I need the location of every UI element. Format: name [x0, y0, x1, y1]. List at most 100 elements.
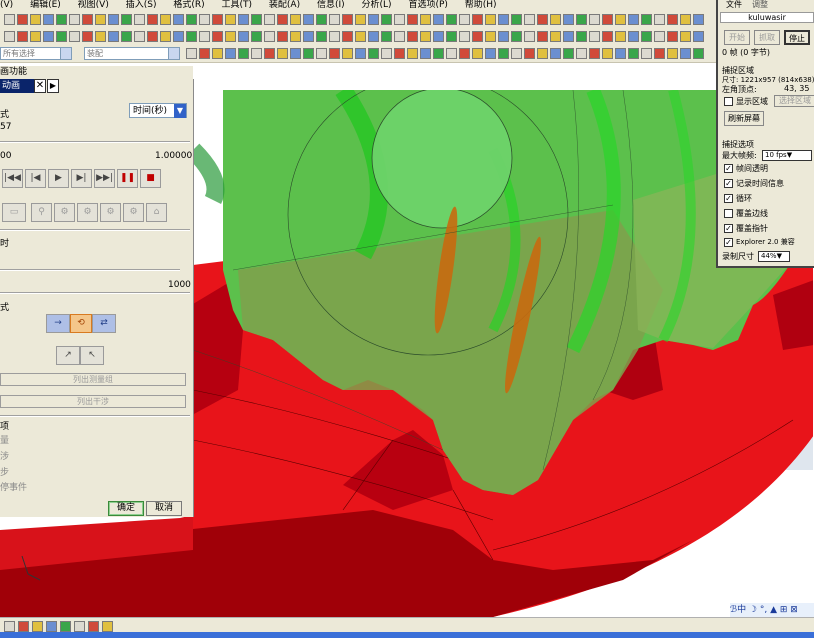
toolbar-tool-icon[interactable]	[4, 31, 15, 42]
toolbar-tool-icon[interactable]	[134, 31, 145, 42]
link-icon[interactable]: ⚙	[54, 203, 75, 222]
time-unit-select[interactable]: 时间(秒) ▼	[129, 103, 187, 118]
toolbar-tool-icon[interactable]	[589, 48, 600, 59]
toolbar-tool-icon[interactable]	[17, 31, 28, 42]
toolbar-tool-icon[interactable]	[264, 14, 275, 25]
selection-filter-dropdown[interactable]: 所有选择	[0, 47, 72, 60]
toolbar-tool-icon[interactable]	[511, 48, 522, 59]
toolbar-tool-icon[interactable]	[368, 14, 379, 25]
toolbar-tool-icon[interactable]	[173, 31, 184, 42]
ok-button[interactable]: 确定	[108, 501, 144, 516]
toolbar-tool-icon[interactable]	[589, 14, 600, 25]
toolbar-tool-icon[interactable]	[394, 31, 405, 42]
toolbar-tool-icon[interactable]	[641, 48, 652, 59]
rewind-start-icon[interactable]: |◀◀	[2, 169, 23, 188]
toolbar-tool-icon[interactable]	[420, 14, 431, 25]
show-region-checkbox[interactable]	[724, 97, 733, 106]
toolbar-tool-icon[interactable]	[537, 31, 548, 42]
toolbar-tool-icon[interactable]	[147, 31, 158, 42]
toolbar-tool-icon[interactable]	[615, 31, 626, 42]
toolbar-tool-icon[interactable]	[290, 48, 301, 59]
capture-start-button[interactable]: 开始	[724, 30, 750, 45]
toolbar-tool-icon[interactable]	[342, 14, 353, 25]
toolbar-tool-icon[interactable]	[95, 14, 106, 25]
toolbar-tool-icon[interactable]	[667, 31, 678, 42]
menu-view[interactable]: 视图(V)	[78, 0, 109, 10]
reverse-direction-icon[interactable]: ↖	[80, 346, 104, 365]
toolbar-tool-icon[interactable]	[446, 14, 457, 25]
list-interference-button[interactable]: 列出干涉	[0, 395, 186, 408]
toolbar-tool-icon[interactable]	[56, 14, 67, 25]
toolbar-tool-icon[interactable]	[472, 14, 483, 25]
loop-icon[interactable]: ⟲	[70, 314, 92, 333]
toolbar-tool-icon[interactable]	[589, 31, 600, 42]
toolbar-tool-icon[interactable]	[407, 48, 418, 59]
toolbar-tool-icon[interactable]	[82, 31, 93, 42]
ie-compat-checkbox[interactable]: ✓	[724, 238, 733, 247]
toolbar-tool-icon[interactable]	[225, 31, 236, 42]
toolbar-tool-icon[interactable]	[381, 48, 392, 59]
toolbar-tool-icon[interactable]	[498, 31, 509, 42]
menu-edit[interactable]: 编辑(E)	[30, 0, 61, 10]
toolbar-tool-icon[interactable]	[277, 48, 288, 59]
toolbar-tool-icon[interactable]	[459, 31, 470, 42]
toolbar-tool-icon[interactable]	[433, 31, 444, 42]
toolbar-tool-icon[interactable]	[17, 14, 28, 25]
toolbar-tool-icon[interactable]	[43, 31, 54, 42]
select-region-button[interactable]: 选择区域	[774, 95, 814, 107]
option-measure[interactable]: 量	[0, 433, 9, 446]
step-back-icon[interactable]: |◀	[25, 169, 46, 188]
toolbar-tool-icon[interactable]	[563, 31, 574, 42]
pause-icon[interactable]: ❚❚	[117, 169, 138, 188]
tab-animation[interactable]: 动画	[0, 79, 34, 93]
toolbar-tool-icon[interactable]	[420, 31, 431, 42]
toolbar-tool-icon[interactable]	[602, 48, 613, 59]
option-stop-event[interactable]: 停事件	[0, 480, 27, 493]
toolbar-tool-icon[interactable]	[654, 14, 665, 25]
toolbar-tool-icon[interactable]	[199, 31, 210, 42]
step-forward-icon[interactable]: ▶|	[71, 169, 92, 188]
toolbar-tool-icon[interactable]	[60, 621, 71, 632]
menu-insert[interactable]: 插入(S)	[126, 0, 157, 10]
toolbar-tool-icon[interactable]	[316, 48, 327, 59]
close-icon[interactable]: ✕	[34, 79, 46, 93]
joint-icon[interactable]: ⚲	[31, 203, 52, 222]
toolbar-tool-icon[interactable]	[433, 14, 444, 25]
toolbar-tool-icon[interactable]	[277, 31, 288, 42]
capture-menu-file[interactable]: 文件	[726, 0, 742, 10]
loop-checkbox[interactable]: ✓	[724, 194, 733, 203]
menu-view-cut[interactable]: (V)	[0, 0, 13, 10]
toolbar-tool-icon[interactable]	[329, 31, 340, 42]
toolbar-tool-icon[interactable]	[329, 48, 340, 59]
menu-assembly[interactable]: 装配(A)	[269, 0, 300, 10]
toolbar-tool-icon[interactable]	[121, 31, 132, 42]
menu-preferences[interactable]: 首选项(P)	[408, 0, 447, 10]
toolbar-tool-icon[interactable]	[160, 14, 171, 25]
cancel-button[interactable]: 取消	[146, 501, 182, 516]
toolbar-tool-icon[interactable]	[602, 31, 613, 42]
toolbar-tool-icon[interactable]	[199, 48, 210, 59]
home-icon[interactable]: ⌂	[146, 203, 167, 222]
toolbar-tool-icon[interactable]	[264, 48, 275, 59]
menu-help[interactable]: 帮助(H)	[465, 0, 497, 10]
toolbar-tool-icon[interactable]	[576, 31, 587, 42]
toolbar-tool-icon[interactable]	[667, 48, 678, 59]
toolbar-tool-icon[interactable]	[108, 31, 119, 42]
toolbar-tool-icon[interactable]	[290, 14, 301, 25]
toolbar-tool-icon[interactable]	[199, 14, 210, 25]
toolbar-tool-icon[interactable]	[680, 31, 691, 42]
stop-icon[interactable]: ■	[140, 169, 161, 188]
toolbar-tool-icon[interactable]	[693, 14, 704, 25]
motion-icon[interactable]: ▭	[2, 203, 26, 222]
toolbar-tool-icon[interactable]	[251, 31, 262, 42]
toolbar-tool-icon[interactable]	[329, 14, 340, 25]
toolbar-tool-icon[interactable]	[303, 48, 314, 59]
toolbar-tool-icon[interactable]	[680, 14, 691, 25]
toolbar-tool-icon[interactable]	[69, 31, 80, 42]
toolbar-tool-icon[interactable]	[18, 621, 29, 632]
toolbar-tool-icon[interactable]	[511, 14, 522, 25]
toolbar-tool-icon[interactable]	[420, 48, 431, 59]
toolbar-tool-icon[interactable]	[667, 14, 678, 25]
assembly-scope-dropdown[interactable]: 装配	[84, 47, 180, 60]
toolbar-tool-icon[interactable]	[407, 31, 418, 42]
